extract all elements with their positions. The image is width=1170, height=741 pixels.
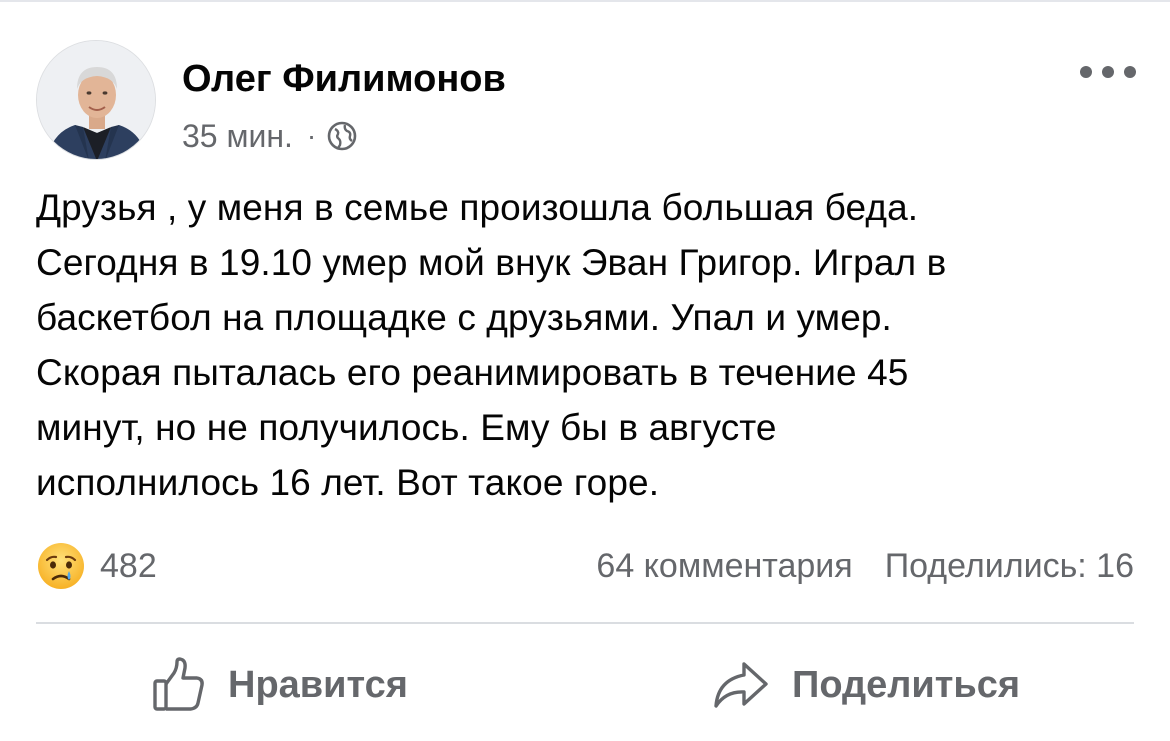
top-border — [0, 0, 1170, 2]
more-options-icon — [1124, 66, 1136, 78]
post-body: Друзья , у меня в семье произошла больша… — [36, 180, 1136, 510]
shares-count-link[interactable]: Поделились: 16 — [885, 547, 1134, 586]
post-stats: 482 64 комментария Поделились: 16 — [36, 538, 1136, 594]
thumbs-up-icon — [153, 657, 204, 711]
post-text-line: Скорая пыталась его реанимировать в тече… — [36, 352, 909, 393]
sad-emoji-icon — [38, 543, 84, 589]
post-actions: Нравится Поделиться — [36, 640, 1134, 730]
globe-icon[interactable] — [326, 120, 358, 152]
post-text-line: Сегодня в 19.10 умер мой внук Эван Григо… — [36, 242, 947, 283]
more-options-button[interactable] — [1080, 60, 1136, 84]
share-button[interactable]: Поделиться — [712, 640, 1020, 730]
share-label: Поделиться — [792, 663, 1021, 706]
post-header: Олег Филимонов 35 мин. · — [36, 40, 1136, 160]
like-label: Нравится — [228, 663, 408, 706]
post-text-line: Друзья , у меня в семье произошла больша… — [36, 187, 919, 228]
engagement-stats: 64 комментария Поделились: 16 — [596, 538, 1134, 594]
share-arrow-icon — [714, 662, 768, 708]
reactions-summary[interactable]: 482 — [36, 538, 157, 594]
author-avatar[interactable] — [36, 40, 156, 160]
more-options-icon — [1102, 66, 1114, 78]
comments-count-link[interactable]: 64 комментария — [596, 547, 852, 586]
author-name[interactable]: Олег Филимонов — [182, 58, 506, 101]
post-text-line: минут, но не получилось. Ему бы в август… — [36, 407, 777, 448]
post-timestamp[interactable]: 35 мин. — [182, 118, 293, 155]
post-meta: 35 мин. · — [182, 116, 358, 156]
like-button[interactable]: Нравится — [152, 640, 408, 730]
divider — [36, 622, 1134, 624]
avatar-photo-icon — [37, 41, 155, 159]
meta-separator: · — [306, 120, 317, 151]
reactions-count: 482 — [100, 546, 157, 585]
post-text-line: исполнилось 16 лет. Вот такое горе. — [36, 462, 660, 503]
more-options-icon — [1080, 66, 1092, 78]
post-text-line: баскетбол на площадке с друзьями. Упал и… — [36, 297, 892, 338]
